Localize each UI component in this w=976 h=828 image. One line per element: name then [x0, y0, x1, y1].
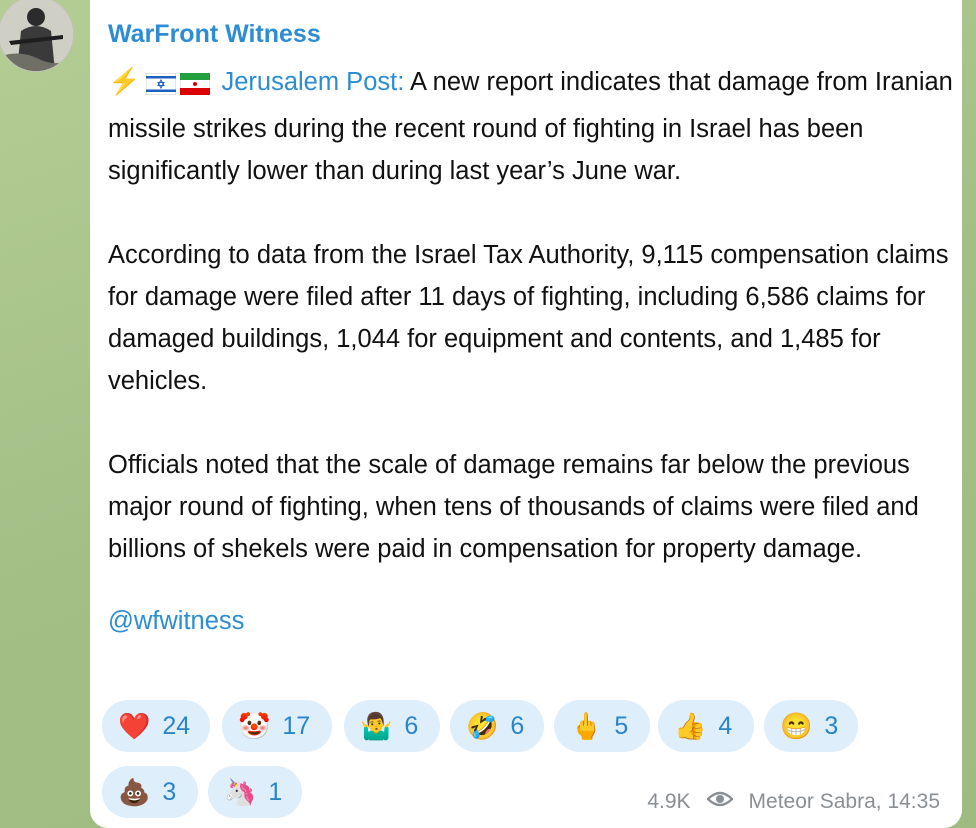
- source-link[interactable]: Jerusalem Post:: [221, 68, 404, 96]
- reaction-count: 3: [162, 777, 177, 806]
- message-bubble: WarFront Witness ⚡ Jerusalem Post: A new…: [90, 0, 962, 828]
- channel-name[interactable]: WarFront Witness: [108, 14, 944, 54]
- lightning-icon: ⚡: [108, 66, 141, 96]
- reaction-heart[interactable]: ❤️ 24: [102, 700, 210, 752]
- reaction-count: 6: [510, 711, 525, 740]
- reaction-count: 5: [614, 711, 629, 740]
- message-text: ⚡ Jerusalem Post: A new report indicates…: [108, 60, 958, 570]
- paragraph-3: Officials noted that the scale of damage…: [108, 451, 919, 563]
- reaction-rofl[interactable]: 🤣 6: [450, 700, 544, 752]
- reaction-count: 24: [162, 711, 191, 740]
- heart-icon: ❤️: [118, 711, 151, 741]
- message-footer: 4.9K Meteor Sabra, 14:35: [647, 790, 940, 814]
- grin-icon: 😁: [780, 711, 813, 741]
- eye-icon: [705, 790, 734, 814]
- reaction-count: 17: [282, 711, 311, 740]
- reaction-unicorn[interactable]: 🦄 1: [208, 766, 302, 818]
- reaction-thumbs-up[interactable]: 👍 4: [658, 700, 754, 752]
- reaction-count: 4: [718, 711, 733, 740]
- iran-flag-icon: [179, 66, 211, 108]
- israel-flag-icon: [145, 66, 177, 108]
- shrug-icon: 🤷‍♂️: [360, 711, 393, 741]
- middle-finger-icon: 🖕: [570, 711, 603, 741]
- view-count: 4.9K: [647, 790, 691, 813]
- reaction-clown[interactable]: 🤡 17: [222, 700, 332, 752]
- paragraph-1: ⚡ Jerusalem Post: A new report indicates…: [108, 60, 958, 192]
- reaction-middle-finger[interactable]: 🖕 5: [554, 700, 650, 752]
- reaction-count: 3: [824, 711, 839, 740]
- soldier-avatar-icon: [0, 0, 73, 71]
- reaction-grin[interactable]: 😁 3: [764, 700, 858, 752]
- clown-icon: 🤡: [238, 711, 271, 741]
- reaction-shrug[interactable]: 🤷‍♂️ 6: [344, 700, 440, 752]
- reaction-poop[interactable]: 💩 3: [102, 766, 198, 818]
- unicorn-icon: 🦄: [224, 777, 257, 807]
- channel-handle-link[interactable]: @wfwitness: [108, 600, 944, 642]
- poop-icon: 💩: [118, 777, 151, 807]
- paragraph-2: According to data from the Israel Tax Au…: [108, 241, 949, 395]
- reaction-count: 1: [268, 777, 283, 806]
- reaction-count: 6: [404, 711, 419, 740]
- rofl-icon: 🤣: [466, 711, 499, 741]
- channel-avatar[interactable]: [0, 0, 74, 72]
- author-time: Meteor Sabra, 14:35: [748, 790, 940, 813]
- thumbs-up-icon: 👍: [674, 711, 707, 741]
